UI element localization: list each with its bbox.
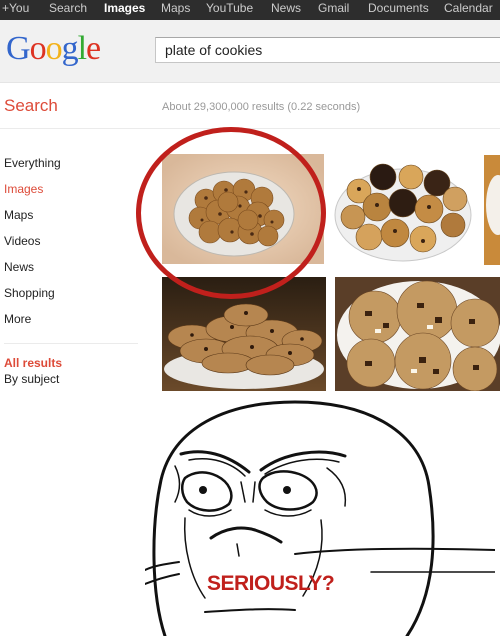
topbar-item-images[interactable]: Images — [104, 0, 145, 20]
meme-caption: SERIOUSLY? — [207, 572, 335, 595]
sidebar-item-maps[interactable]: Maps — [4, 208, 144, 234]
image-result-4[interactable] — [162, 277, 326, 391]
logo-letter: o — [29, 30, 47, 67]
top-nav-bar: +You Search Images Maps YouTube News Gma… — [0, 0, 500, 20]
topbar-item-maps[interactable]: Maps — [161, 0, 190, 20]
all-results-link[interactable]: All results — [4, 356, 62, 370]
logo-letter: G — [6, 30, 31, 67]
image-result-1[interactable] — [162, 154, 324, 264]
logo-letter: l — [77, 30, 88, 67]
sidebar-item-shopping[interactable]: Shopping — [4, 286, 144, 312]
image-result-2[interactable] — [331, 155, 476, 265]
search-input[interactable] — [155, 37, 500, 63]
topbar-item-youtube[interactable]: YouTube — [206, 0, 253, 20]
sidebar-item-news[interactable]: News — [4, 260, 144, 286]
sidebar-item-more[interactable]: More — [4, 312, 144, 338]
rage-face-drawing — [145, 400, 495, 636]
sidebar-nav: Everything Images Maps Videos News Shopp… — [4, 156, 144, 338]
sidebar-item-videos[interactable]: Videos — [4, 234, 144, 260]
logo-letter: g — [61, 30, 79, 67]
sidebar-item-images[interactable]: Images — [4, 182, 144, 208]
topbar-item-search[interactable]: Search — [49, 0, 87, 20]
topbar-item-calendar[interactable]: Calendar — [444, 0, 493, 20]
search-header: Google — [0, 20, 500, 83]
by-subject-link[interactable]: By subject — [4, 372, 59, 386]
topbar-item-news[interactable]: News — [271, 0, 301, 20]
logo-letter: o — [45, 30, 63, 67]
image-result-5[interactable] — [335, 277, 500, 391]
result-stats: About 29,300,000 results (0.22 seconds) — [162, 101, 361, 113]
header-divider — [0, 128, 500, 129]
logo-letter: e — [86, 30, 101, 67]
google-logo[interactable]: Google — [6, 29, 101, 69]
sidebar-item-everything[interactable]: Everything — [4, 156, 144, 182]
image-result-3-partial[interactable] — [484, 155, 500, 265]
sidebar-title: Search — [4, 96, 58, 115]
topbar-item-you[interactable]: +You — [2, 0, 29, 20]
topbar-item-gmail[interactable]: Gmail — [318, 0, 349, 20]
topbar-item-documents[interactable]: Documents — [368, 0, 429, 20]
sidebar-divider — [4, 343, 138, 344]
